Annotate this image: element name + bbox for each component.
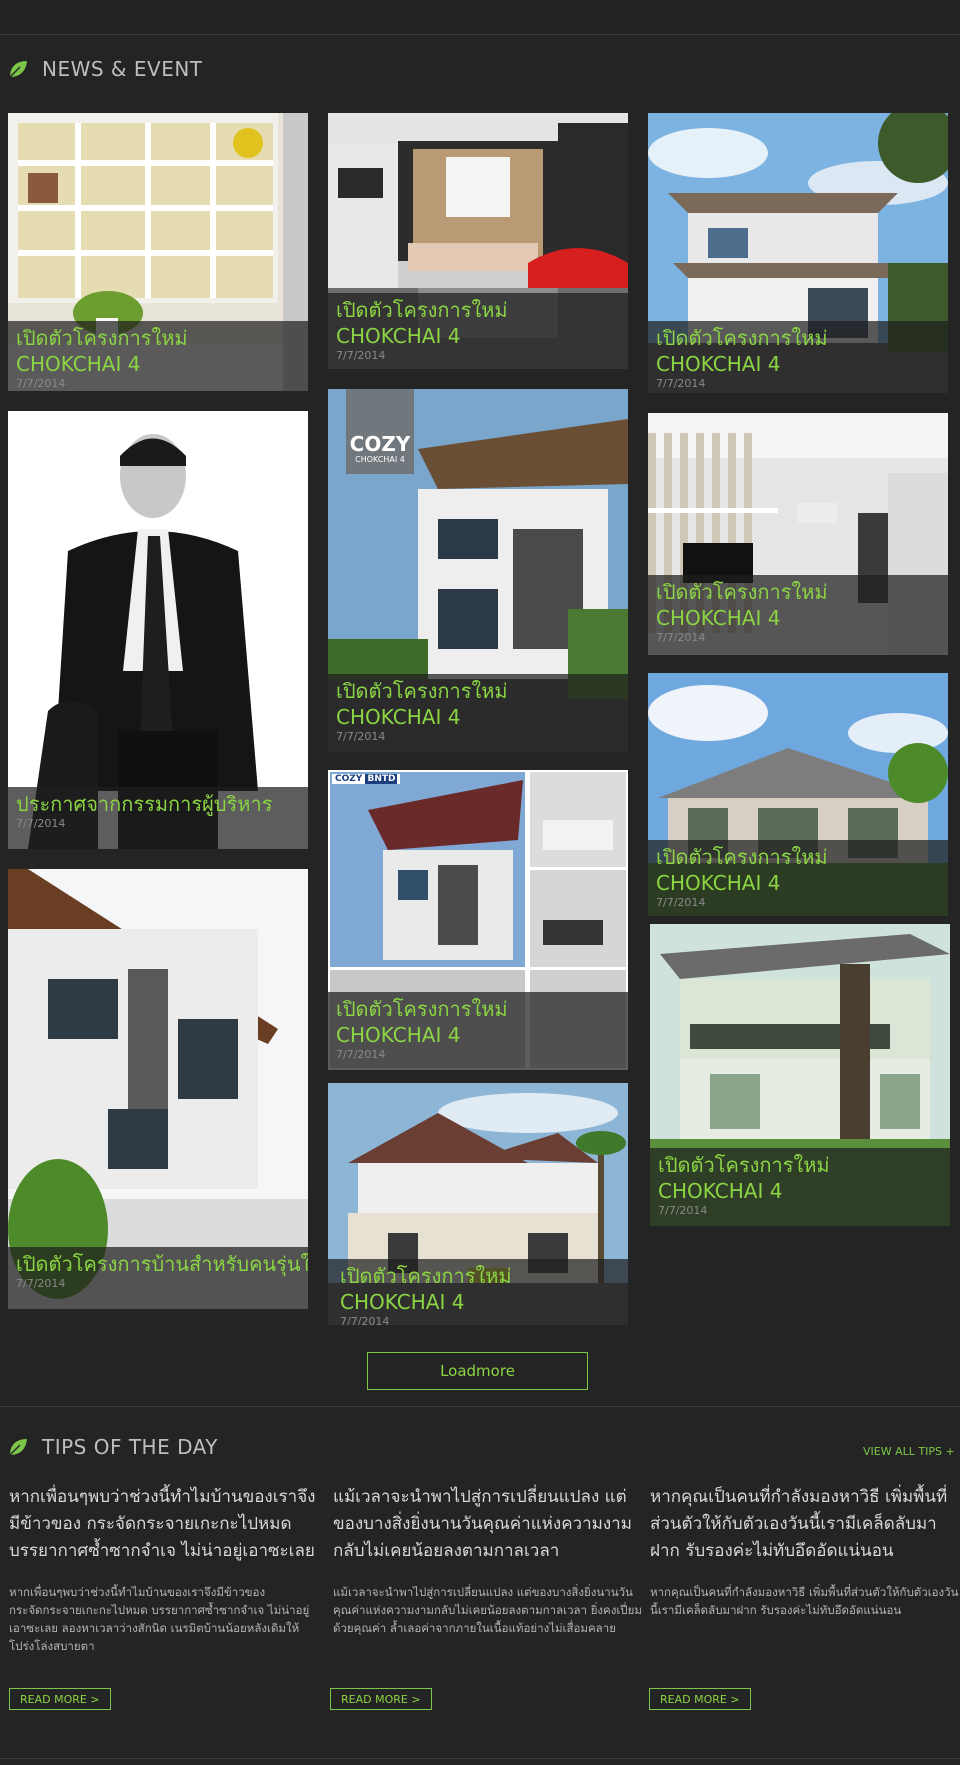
tip-title: แม้เวลาจะนำพาไปสู่การเปลี่ยนแปลง แต่ของบ… — [333, 1487, 632, 1561]
tip-body: หากเพื่อนๆพบว่าช่วงนี้ทำไมบ้านของเราจึงม… — [9, 1585, 310, 1653]
card-date: 7/7/2014 — [336, 1048, 386, 1061]
card-subtitle: CHOKCHAI 4 — [656, 352, 781, 376]
read-more-button[interactable]: READ MORE > — [649, 1688, 751, 1710]
section-divider — [0, 1406, 960, 1407]
news-card[interactable]: เปิดตัวโครงการบ้านสำหรับคนรุ่นใหม่ 7/7/2… — [8, 869, 308, 1309]
news-section-header: NEWS & EVENT — [8, 57, 203, 81]
card-title: เปิดตัวโครงการใหม่ — [336, 997, 508, 1021]
read-more-button[interactable]: READ MORE > — [330, 1688, 432, 1710]
news-title: NEWS & EVENT — [42, 57, 203, 81]
card-title: เปิดตัวโครงการใหม่ — [340, 1264, 512, 1288]
news-card[interactable]: เปิดตัวโครงการใหม่ CHOKCHAI 4 7/7/2014 — [648, 113, 948, 393]
card-title: เปิดตัวโครงการบ้านสำหรับคนรุ่นใหม่ — [16, 1252, 308, 1276]
tips-section-header: TIPS OF THE DAY — [8, 1435, 218, 1459]
tip-item: หากคุณเป็นคนที่กำลังมองหาวิธี เพิ่มพื้นท… — [650, 1484, 960, 1619]
card-subtitle: CHOKCHAI 4 — [336, 324, 461, 348]
card-title: เปิดตัวโครงการใหม่ — [656, 326, 828, 350]
card-subtitle: CHOKCHAI 4 — [656, 606, 781, 630]
news-card[interactable]: เปิดตัวโครงการใหม่ CHOKCHAI 4 7/7/2014 — [328, 1083, 628, 1325]
collage-logo: COZY BNTD — [332, 774, 401, 784]
card-subtitle: CHOKCHAI 4 — [340, 1290, 465, 1314]
news-card[interactable]: เปิดตัวโครงการใหม่ CHOKCHAI 4 7/7/2014 — [648, 673, 948, 916]
tip-title: หากเพื่อนๆพบว่าช่วงนี้ทำไมบ้านของเราจึงม… — [9, 1487, 316, 1561]
tip-title: หากคุณเป็นคนที่กำลังมองหาวิธี เพิ่มพื้นท… — [650, 1487, 948, 1561]
badge-logo-text: COZY — [349, 432, 411, 456]
executive-portrait — [8, 411, 308, 849]
card-subtitle: CHOKCHAI 4 — [16, 352, 141, 376]
card-date: 7/7/2014 — [340, 1315, 390, 1325]
badge-sub-text: CHOKCHAI 4 — [355, 455, 405, 464]
read-more-button[interactable]: READ MORE > — [9, 1688, 111, 1710]
card-date: 7/7/2014 — [336, 349, 386, 362]
cozy-badge: COZY CHOKCHAI 4 — [346, 389, 414, 474]
card-date: 7/7/2014 — [656, 631, 706, 644]
tip-body: แม้เวลาจะนำพาไปสู่การเปลี่ยนแปลง แต่ของบ… — [333, 1585, 642, 1635]
card-subtitle: CHOKCHAI 4 — [656, 871, 781, 895]
card-date: 7/7/2014 — [16, 377, 66, 390]
card-date: 7/7/2014 — [656, 377, 706, 390]
card-subtitle: CHOKCHAI 4 — [336, 1023, 461, 1047]
card-title: ประกาศจากกรรมการผู้บริหาร — [16, 792, 273, 816]
card-date: 7/7/2014 — [656, 896, 706, 909]
card-title: เปิดตัวโครงการใหม่ — [16, 326, 188, 350]
townhouse-photo — [8, 869, 308, 1309]
card-title: เปิดตัวโครงการใหม่ — [336, 679, 508, 703]
top-bar — [0, 0, 960, 35]
news-card[interactable]: COZY CHOKCHAI 4 เปิดตัวโครงการใหม่ CHOKC… — [328, 389, 628, 752]
news-card[interactable]: เปิดตัวโครงการใหม่ CHOKCHAI 4 7/7/2014 — [648, 413, 948, 655]
loadmore-button[interactable]: Loadmore — [367, 1352, 588, 1390]
card-date: 7/7/2014 — [658, 1204, 708, 1217]
news-card[interactable]: เปิดตัวโครงการใหม่ CHOKCHAI 4 7/7/2014 — [328, 113, 628, 369]
tip-item: แม้เวลาจะนำพาไปสู่การเปลี่ยนแปลง แต่ของบ… — [333, 1484, 643, 1637]
news-card[interactable]: ประกาศจากกรรมการผู้บริหาร 7/7/2014 — [8, 411, 308, 849]
news-card[interactable]: เปิดตัวโครงการใหม่ CHOKCHAI 4 7/7/2014 — [8, 113, 308, 391]
tip-body: หากคุณเป็นคนที่กำลังมองหาวิธี เพิ่มพื้นท… — [650, 1585, 959, 1617]
card-date: 7/7/2014 — [336, 730, 386, 743]
card-title: เปิดตัวโครงการใหม่ — [656, 845, 828, 869]
leaf-icon — [9, 61, 27, 78]
card-title: เปิดตัวโครงการใหม่ — [656, 580, 828, 604]
tips-title: TIPS OF THE DAY — [42, 1435, 218, 1459]
leaf-icon — [9, 1439, 27, 1456]
card-title: เปิดตัวโครงการใหม่ — [658, 1153, 830, 1177]
card-subtitle: CHOKCHAI 4 — [336, 705, 461, 729]
card-date: 7/7/2014 — [16, 1277, 66, 1290]
footer-divider — [0, 1758, 960, 1759]
card-date: 7/7/2014 — [16, 817, 66, 830]
card-title: เปิดตัวโครงการใหม่ — [336, 298, 508, 322]
card-subtitle: CHOKCHAI 4 — [658, 1179, 783, 1203]
view-all-tips-link[interactable]: VIEW ALL TIPS + — [863, 1445, 955, 1458]
news-card[interactable]: COZY BNTD เปิดตัวโครงการใหม่ CHOKCHAI 4 … — [328, 770, 628, 1070]
tip-item: หากเพื่อนๆพบว่าช่วงนี้ทำไมบ้านของเราจึงม… — [9, 1484, 319, 1655]
news-card[interactable]: เปิดตัวโครงการใหม่ CHOKCHAI 4 7/7/2014 — [650, 924, 950, 1226]
